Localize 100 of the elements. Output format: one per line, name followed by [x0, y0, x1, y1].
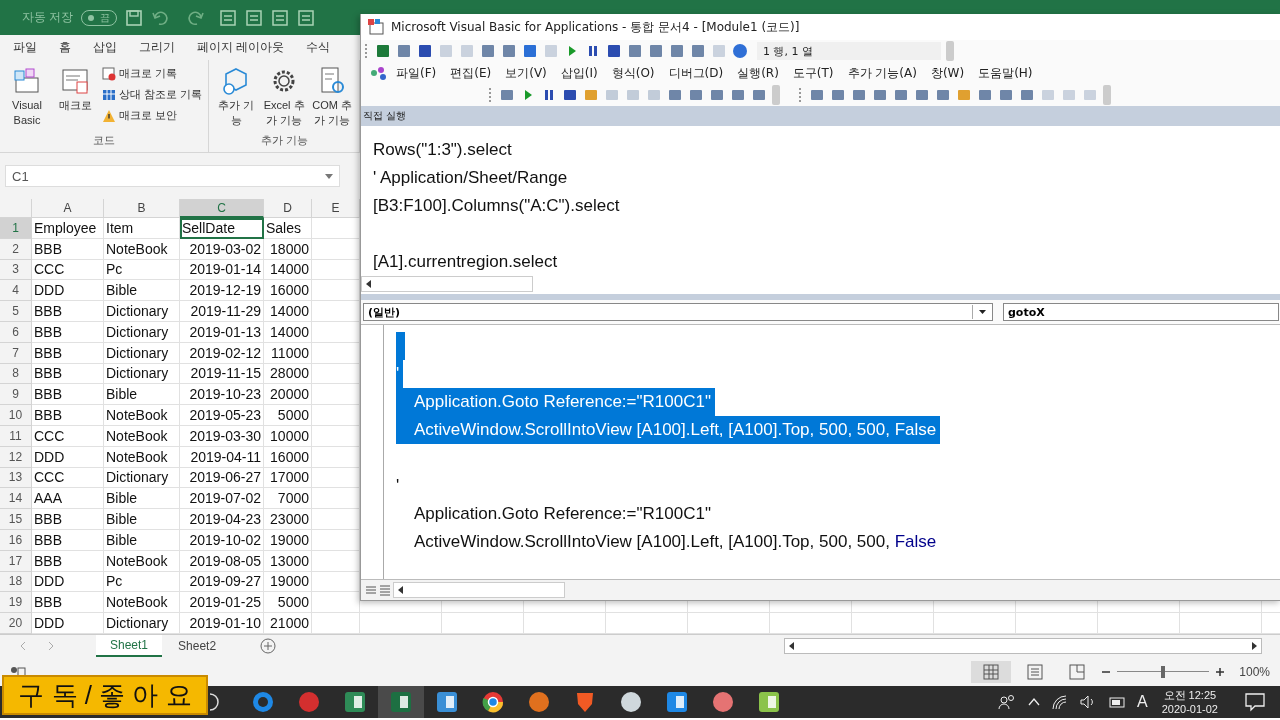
- grid-view-icon[interactable]: [971, 660, 1012, 683]
- add-sheet-icon[interactable]: [260, 638, 277, 655]
- notification-icon[interactable]: [1244, 691, 1266, 712]
- menu-item[interactable]: 디버그(D): [661, 62, 731, 84]
- menu-item[interactable]: 삽입(I): [553, 62, 605, 84]
- zoom-in-icon[interactable]: [1215, 666, 1226, 677]
- app-icon[interactable]: [435, 689, 459, 714]
- row-header[interactable]: 7: [0, 342, 32, 364]
- row-header[interactable]: 20: [0, 613, 32, 634]
- input-method-indicator[interactable]: A: [1137, 692, 1148, 711]
- table-cell: 19000: [264, 529, 312, 551]
- help-icon[interactable]: [732, 43, 748, 59]
- next-sheet-icon[interactable]: [46, 641, 56, 652]
- horizontal-scrollbar[interactable]: [361, 276, 533, 292]
- dropdown-arrow-icon[interactable]: [972, 305, 988, 319]
- row-header[interactable]: 4: [0, 280, 32, 302]
- menu-item[interactable]: 도구(T): [785, 62, 841, 84]
- menu-item[interactable]: 보기(V): [498, 62, 554, 84]
- scroll-left-icon[interactable]: [397, 586, 405, 594]
- zoom-level[interactable]: 100%: [1239, 664, 1270, 679]
- form-icon[interactable]: [297, 8, 316, 27]
- procedure-view-icon[interactable]: [365, 584, 377, 596]
- menu-item[interactable]: 추가 기능(A): [840, 62, 924, 84]
- ribbon-tab[interactable]: 삽입: [84, 35, 126, 60]
- ribbon-button[interactable]: Visual Basic: [4, 62, 50, 133]
- row-header[interactable]: 10: [0, 405, 32, 426]
- form-icon[interactable]: [219, 8, 238, 27]
- menu-item[interactable]: 도움말(H): [971, 62, 1040, 84]
- sheet-tab[interactable]: Sheet1: [96, 635, 163, 658]
- code-line: Rows("1:3").select: [373, 139, 513, 161]
- ribbon-tab[interactable]: 수식: [297, 35, 340, 60]
- ribbon-tab[interactable]: 홈: [50, 35, 80, 60]
- scroll-left-icon[interactable]: [365, 280, 373, 288]
- row-header[interactable]: 2: [0, 238, 32, 260]
- form-icon[interactable]: [271, 8, 290, 27]
- ribbon-tab[interactable]: 페이지 레이아웃: [188, 35, 294, 60]
- ribbon-button[interactable]: Excel 추가 기능: [261, 62, 308, 133]
- code-line: ': [396, 475, 401, 497]
- ribbon-button[interactable]: 매크로 보안: [100, 106, 205, 125]
- app-icon[interactable]: [343, 689, 367, 714]
- row-header[interactable]: 15: [0, 509, 32, 530]
- vba-menu-icon[interactable]: [369, 64, 389, 82]
- menu-item[interactable]: 창(W): [923, 62, 972, 84]
- browser-icon[interactable]: [481, 689, 505, 714]
- clock-time[interactable]: 오전 12:25: [1163, 687, 1217, 702]
- ribbon-tab[interactable]: 파일: [4, 35, 46, 60]
- sheet-tab[interactable]: Sheet2: [164, 635, 231, 658]
- row-header[interactable]: 8: [0, 363, 32, 385]
- scroll-left-icon[interactable]: [788, 642, 796, 651]
- column-header[interactable]: D: [264, 199, 312, 218]
- full-module-view-icon[interactable]: [379, 584, 391, 596]
- row-header[interactable]: 13: [0, 467, 32, 489]
- form-icon[interactable]: [245, 8, 264, 27]
- horizontal-scrollbar[interactable]: [393, 582, 565, 598]
- table-cell: BBB: [32, 405, 104, 426]
- battery-icon[interactable]: [1107, 694, 1128, 709]
- table-icon: [102, 87, 116, 102]
- row-header[interactable]: 18: [0, 571, 32, 593]
- ribbon-button[interactable]: 추가 기능: [213, 62, 260, 133]
- row-header[interactable]: 12: [0, 446, 32, 468]
- row-header[interactable]: 14: [0, 488, 32, 510]
- slider-thumb[interactable]: [1161, 665, 1166, 678]
- row-header[interactable]: 11: [0, 425, 32, 447]
- table-cell: NoteBook: [104, 238, 180, 260]
- ribbon-button[interactable]: COM 추가 기능: [309, 62, 356, 133]
- horizontal-scrollbar[interactable]: [784, 638, 1262, 655]
- row-header[interactable]: 1: [0, 218, 32, 239]
- table-cell: 2019-01-25: [180, 592, 264, 614]
- menu-item[interactable]: 실행(R): [730, 62, 786, 84]
- menu-item[interactable]: 파일(F): [389, 62, 444, 84]
- row-header[interactable]: 6: [0, 322, 32, 343]
- group-label: 추가 기능: [259, 133, 309, 148]
- clock-date[interactable]: 2020-01-02: [1161, 701, 1218, 716]
- menu-item[interactable]: 편집(E): [443, 62, 499, 84]
- menu-item[interactable]: 형식(O): [604, 62, 662, 84]
- row-header[interactable]: 9: [0, 384, 32, 406]
- object-dropdown[interactable]: (일반): [363, 303, 993, 321]
- ribbon-button[interactable]: 상대 참조로 기록: [100, 85, 205, 104]
- column-header[interactable]: C: [180, 199, 264, 218]
- previous-sheet-icon[interactable]: [18, 641, 28, 652]
- scroll-right-icon[interactable]: [1250, 642, 1258, 651]
- table-cell: 2019-11-15: [180, 363, 264, 385]
- procedure-dropdown[interactable]: gotoX: [1003, 303, 1279, 321]
- ribbon-tab[interactable]: 그리기: [130, 35, 184, 60]
- table-cell: Item: [104, 218, 180, 239]
- macro-record-icon[interactable]: [10, 665, 26, 678]
- ribbon-button[interactable]: 매크로 기록: [100, 64, 205, 83]
- search-icon[interactable]: [210, 690, 222, 713]
- row-header[interactable]: 5: [0, 301, 32, 322]
- ribbon-button[interactable]: 매크로: [52, 62, 98, 133]
- row-header[interactable]: 3: [0, 259, 32, 281]
- row-header[interactable]: 19: [0, 592, 32, 614]
- row-header[interactable]: 16: [0, 529, 32, 551]
- column-header[interactable]: A: [32, 199, 104, 218]
- row-header[interactable]: 17: [0, 550, 32, 572]
- table-cell: 19000: [264, 571, 312, 593]
- name-box[interactable]: C1: [5, 165, 340, 187]
- table-cell: Bible: [104, 384, 180, 406]
- autosave-label: 자동 저장: [22, 9, 74, 26]
- table-cell: 2019-03-02: [180, 238, 264, 260]
